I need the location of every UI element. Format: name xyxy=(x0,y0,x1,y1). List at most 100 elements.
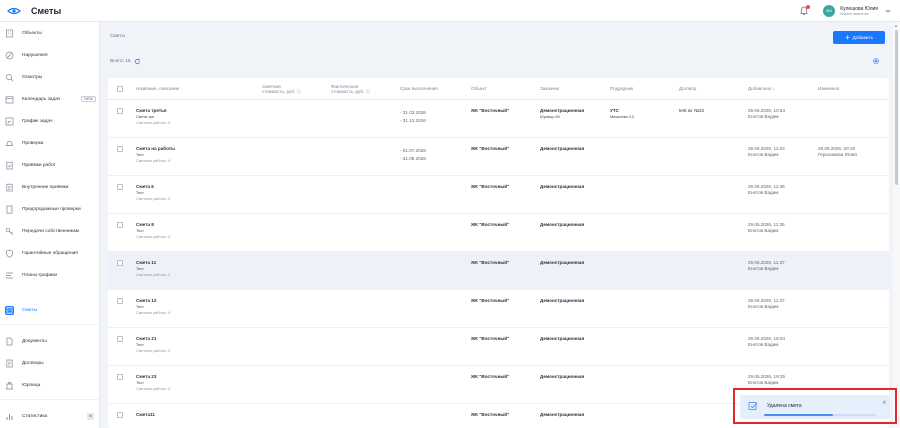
row-checkbox[interactable] xyxy=(117,222,123,228)
estimate-name-cell[interactable]: Смета на работы Тест Сметные работы: 0 xyxy=(136,146,175,164)
scrollbar-thumb[interactable] xyxy=(895,30,898,185)
add-button[interactable]: + Добавить xyxy=(833,31,885,44)
refresh-icon[interactable] xyxy=(134,58,141,65)
building-icon xyxy=(5,29,14,38)
scroll-up-arrow-icon[interactable]: ▲ xyxy=(894,23,898,28)
sidebar-item-documents[interactable]: Документы xyxy=(0,333,100,349)
estimate-works: Сметные работы: 0 xyxy=(136,387,171,391)
sidebar-item-label: Внутренние приёмки xyxy=(22,184,69,190)
row-checkbox[interactable] xyxy=(117,146,123,152)
column-header[interactable]: Срок выполнения xyxy=(400,86,438,91)
sidebar-item-owner-transfers[interactable]: Передачи собственникам xyxy=(0,223,100,239)
row-checkbox[interactable] xyxy=(117,374,123,380)
door-icon xyxy=(5,205,14,214)
added-cell: 29.06.2026, 11:37 Енотов Вадим xyxy=(748,260,785,272)
estimate-name-cell[interactable]: Смета 12 Тест Сметные работы: 0 xyxy=(136,298,170,316)
table-row[interactable]: Смета 12 Тест Сметные работы: 0 ЖК "Восточн… xyxy=(108,290,889,328)
sidebar-item-warranty-requests[interactable]: Гарантийные обращения xyxy=(0,245,100,261)
column-header[interactable]: Фактическая стоимость, руб. ⓘ xyxy=(331,84,379,94)
sidebar-item-label: Передачи собственникам xyxy=(22,228,79,234)
close-icon[interactable]: × xyxy=(882,399,887,407)
sidebar-item-checks[interactable]: Проверки xyxy=(0,135,100,151)
sidebar-item-presale-checks[interactable]: Предпродажные проверки xyxy=(0,201,100,217)
table-header: Название, описание Сметная стоимость, ру… xyxy=(108,78,889,100)
sidebar-item-label: График задач xyxy=(22,118,53,124)
estimate-works: Сметные работы: 0 xyxy=(136,159,171,163)
sidebar-item-internal-acceptance[interactable]: Внутренние приёмки xyxy=(0,179,100,195)
row-checkbox[interactable] xyxy=(117,412,123,418)
row-checkbox[interactable] xyxy=(117,184,123,190)
row-checkbox[interactable] xyxy=(117,108,123,114)
column-header[interactable]: Подрядчик xyxy=(610,86,633,91)
contract-cell: test юг №22 xyxy=(679,108,705,113)
object-cell: ЖК "Восточный" xyxy=(471,336,510,341)
period-end: - 31.12.2026 xyxy=(400,118,426,123)
object-cell: ЖК "Восточный" xyxy=(471,260,510,265)
added-by: Енотов Вадим xyxy=(748,304,779,309)
user-info[interactable]: Кулешова Юлия Бизнес-аналитик xyxy=(840,6,878,16)
sidebar-item-estimates[interactable]: Сметы xyxy=(0,302,100,318)
sidebar-item-contracts[interactable]: Договоры xyxy=(0,355,100,371)
added-cell: 29.06.2026, 11:36 Енотов Вадим xyxy=(748,222,785,234)
table-row[interactable]: Смета 11 Тест Сметные работы: 0 ЖК "Восточн… xyxy=(108,252,889,290)
table-row[interactable]: Смета 21 Тест Сметные работы: 0 ЖК "Восточн… xyxy=(108,328,889,366)
object-cell: ЖК "Восточный" xyxy=(471,184,510,189)
sidebar-item-plan-schedules[interactable]: Планы-графики xyxy=(0,267,100,283)
estimate-name-cell[interactable]: Смета 6 Тест Сметные работы: 0 xyxy=(136,184,170,202)
document-icon xyxy=(5,337,14,346)
estimate-name-cell[interactable]: Смета 23 Тест Сметные работы: 0 xyxy=(136,374,170,392)
customer-name: Демонстрационная xyxy=(540,374,585,379)
table-row[interactable]: Смета 8 Тест Сметные работы: 0 ЖК "Восточны… xyxy=(108,214,889,252)
sidebar-item-label: Сметы xyxy=(22,307,37,313)
column-header[interactable]: Заказчик xyxy=(540,86,559,91)
estimate-works: Сметные работы: 0 xyxy=(136,273,171,277)
estimate-name-cell[interactable]: Смета11 xyxy=(136,412,155,418)
notifications-bell-icon[interactable] xyxy=(799,5,811,16)
row-checkbox[interactable] xyxy=(117,336,123,342)
column-header[interactable]: Название, описание xyxy=(136,86,179,91)
chevron-down-icon[interactable] xyxy=(884,7,892,15)
added-by: Енотов Вадим xyxy=(748,266,779,271)
estimate-name-cell[interactable]: Смета 11 Тест Сметные работы: 0 xyxy=(136,260,170,278)
row-checkbox[interactable] xyxy=(117,260,123,266)
column-header[interactable]: Объект xyxy=(471,86,487,91)
sidebar-divider xyxy=(0,399,100,400)
sidebar-item-violations[interactable]: Нарушения xyxy=(0,47,100,63)
sidebar-item-objects[interactable]: Объекты xyxy=(0,25,100,41)
customer-name: Демонстрационная xyxy=(540,412,585,417)
customer-name: Демонстрационная xyxy=(540,336,585,341)
table-row[interactable]: Смета третья Смета три Сметные работы: 0 - … xyxy=(108,100,889,138)
toast-progress-track xyxy=(764,414,876,416)
sidebar-item-label: Договоры xyxy=(22,360,44,366)
column-header[interactable]: Договор xyxy=(679,86,696,91)
sidebar-item-task-schedule[interactable]: График задач xyxy=(0,113,100,129)
sidebar-item-label: Планы-графики xyxy=(22,272,58,278)
column-header[interactable]: Изменено xyxy=(818,86,839,91)
column-header[interactable]: Добавлено ↓ xyxy=(748,86,775,91)
table-row[interactable]: Смета на работы Тест Сметные работы: 0 - 01… xyxy=(108,138,889,176)
total-count-label: Всего: 16 xyxy=(110,59,131,64)
row-checkbox[interactable] xyxy=(117,298,123,304)
added-by: Енотов Вадим xyxy=(748,190,779,195)
app-logo-icon[interactable] xyxy=(7,7,21,15)
sidebar-item-work-acceptance[interactable]: Приёмки работ xyxy=(0,157,100,173)
customer-name: Демонстрационная xyxy=(540,146,585,151)
estimate-name-cell[interactable]: Смета 8 Тест Сметные работы: 0 xyxy=(136,222,170,240)
sort-icon[interactable]: ↓ xyxy=(773,86,775,91)
sidebar-item-legal-entities[interactable]: Юрлица xyxy=(0,377,100,393)
sidebar-item-task-calendar[interactable]: Календарь задач NEW xyxy=(0,91,100,107)
gear-icon[interactable] xyxy=(872,57,880,65)
magnifier-icon xyxy=(5,73,14,82)
column-header[interactable]: Сметная стоимость, руб. ⓘ xyxy=(262,84,302,94)
period-cell: - 01.07.2026 - 31.08.2026 xyxy=(400,148,426,162)
sidebar-item-statistics[interactable]: Статистика ⊞ xyxy=(0,408,100,424)
avatar[interactable]: КЮ xyxy=(823,5,836,17)
select-all-checkbox[interactable] xyxy=(117,86,123,92)
breadcrumb[interactable]: Сметы xyxy=(110,34,125,39)
estimate-name-cell[interactable]: Смета третья Смета три Сметные работы: 0 xyxy=(136,108,170,126)
estimate-name-cell[interactable]: Смета 21 Тест Сметные работы: 0 xyxy=(136,336,170,354)
sidebar-item-inspections[interactable]: Осмотры xyxy=(0,69,100,85)
period-end: - 31.08.2026 xyxy=(400,156,426,161)
table-row[interactable]: Смета 6 Тест Сметные работы: 0 ЖК "Восточны… xyxy=(108,176,889,214)
estimate-name[interactable]: Смета11 xyxy=(136,412,155,418)
